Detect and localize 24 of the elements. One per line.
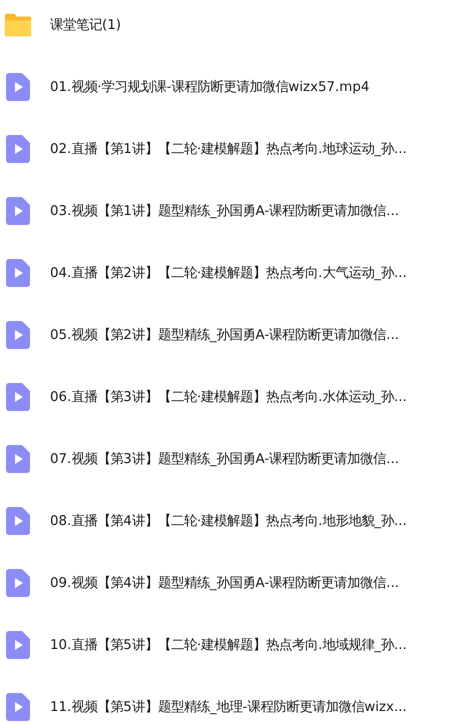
- file-name[interactable]: 11.视频【第5讲】题型精练_地理-课程防断更请加微信wizx...: [50, 698, 407, 716]
- file-name[interactable]: 08.直播【第4讲】【二轮·建模解题】热点考向.地形地貌_孙...: [50, 512, 407, 530]
- video-file-icon: [6, 693, 30, 721]
- video-file-icon: [6, 445, 30, 473]
- video-file-icon: [6, 321, 30, 349]
- video-file-icon: [6, 259, 30, 287]
- file-name[interactable]: 02.直播【第1讲】【二轮·建模解题】热点考向.地球运动_孙...: [50, 140, 407, 158]
- video-file-icon: [6, 507, 30, 535]
- video-file-icon: [6, 73, 30, 101]
- file-name[interactable]: 06.直播【第3讲】【二轮·建模解题】热点考向.水体运动_孙...: [50, 388, 407, 406]
- file-name[interactable]: 07.视频【第3讲】题型精练_孙国勇A-课程防断更请加微信...: [50, 450, 399, 468]
- video-file-icon: [6, 135, 30, 163]
- file-name[interactable]: 09.视频【第4讲】题型精练_孙国勇A-课程防断更请加微信...: [50, 574, 399, 592]
- folder-icon: [3, 12, 33, 38]
- file-name[interactable]: 10.直播【第5讲】【二轮·建模解题】热点考向.地域规律_孙...: [50, 636, 407, 654]
- file-name[interactable]: 04.直播【第2讲】【二轮·建模解题】热点考向.大气运动_孙...: [50, 264, 407, 282]
- video-file-icon: [6, 631, 30, 659]
- video-file-icon: [6, 383, 30, 411]
- file-name[interactable]: 课堂笔记(1): [50, 16, 121, 34]
- video-file-icon: [6, 197, 30, 225]
- file-name[interactable]: 01.视频·学习规划课-课程防断更请加微信wizx57.mp4: [50, 78, 370, 96]
- file-name[interactable]: 05.视频【第2讲】题型精练_孙国勇A-课程防断更请加微信...: [50, 326, 399, 344]
- video-file-icon: [6, 569, 30, 597]
- file-name[interactable]: 03.视频【第1讲】题型精练_孙国勇A-课程防断更请加微信...: [50, 202, 399, 220]
